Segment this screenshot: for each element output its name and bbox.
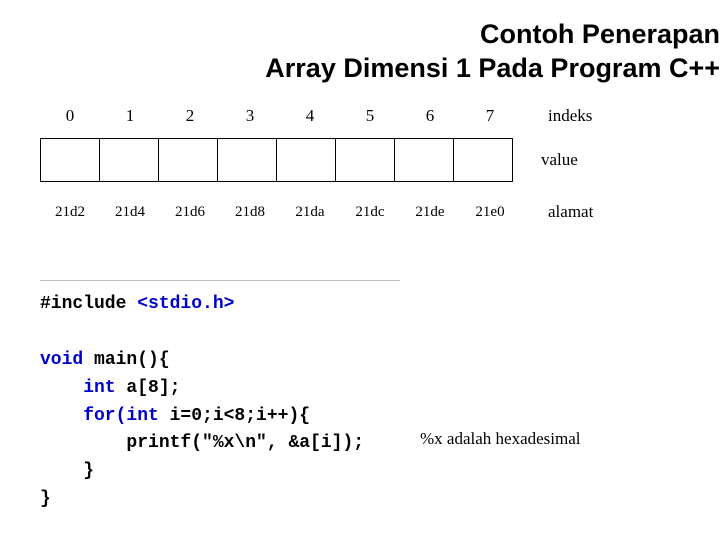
value-cell — [99, 138, 159, 182]
code-line-5b: i=0;i<8;i++){ — [170, 406, 310, 426]
title-line-2: Array Dimensi 1 Pada Program C++ — [265, 53, 720, 83]
address-cell: 21d8 — [220, 204, 280, 221]
slide: Contoh Penerapan Array Dimensi 1 Pada Pr… — [0, 0, 720, 540]
value-cell — [158, 138, 218, 182]
index-cell: 1 — [100, 106, 160, 126]
slide-title: Contoh Penerapan Array Dimensi 1 Pada Pr… — [200, 18, 720, 86]
index-cell: 0 — [40, 106, 100, 126]
address-cell: 21e0 — [460, 204, 520, 221]
value-cell — [40, 138, 100, 182]
code-line-3b: main(){ — [94, 350, 170, 370]
array-diagram: 0 1 2 3 4 5 6 7 indeks value — [40, 100, 680, 228]
value-cell — [217, 138, 277, 182]
index-cell: 6 — [400, 106, 460, 126]
index-cell: 4 — [280, 106, 340, 126]
address-cell: 21de — [400, 204, 460, 221]
index-cell: 3 — [220, 106, 280, 126]
index-cells: 0 1 2 3 4 5 6 7 — [40, 106, 520, 126]
code-line-5a: for(int — [40, 406, 170, 426]
index-cell: 2 — [160, 106, 220, 126]
value-row: value — [40, 138, 680, 182]
label-indeks: indeks — [548, 106, 592, 126]
address-cell: 21d2 — [40, 204, 100, 221]
title-line-1: Contoh Penerapan — [480, 19, 720, 49]
address-cell: 21da — [280, 204, 340, 221]
address-cell: 21d6 — [160, 204, 220, 221]
value-cell — [335, 138, 395, 182]
address-cells: 21d2 21d4 21d6 21d8 21da 21dc 21de 21e0 — [40, 204, 520, 221]
value-cell — [394, 138, 454, 182]
label-value: value — [541, 150, 578, 170]
value-cells — [40, 138, 513, 182]
index-cell: 7 — [460, 106, 520, 126]
hex-note: %x adalah hexadesimal — [420, 426, 581, 452]
value-cell — [276, 138, 336, 182]
address-cell: 21d4 — [100, 204, 160, 221]
code-line-4b: a[8]; — [126, 378, 180, 398]
code-line-8: } — [40, 489, 51, 509]
code-text: #include <stdio.h> void main(){ int a[8]… — [40, 291, 680, 514]
code-divider — [40, 280, 400, 281]
code-line-6: printf("%x\n", &a[i]); — [40, 433, 364, 453]
code-line-7: } — [40, 461, 94, 481]
label-alamat: alamat — [548, 202, 593, 222]
code-line-3a: void — [40, 350, 94, 370]
address-cell: 21dc — [340, 204, 400, 221]
value-cell — [453, 138, 513, 182]
index-row: 0 1 2 3 4 5 6 7 indeks — [40, 100, 680, 132]
index-cell: 5 — [340, 106, 400, 126]
address-row: 21d2 21d4 21d6 21d8 21da 21dc 21de 21e0 … — [40, 196, 680, 228]
code-line-1b: <stdio.h> — [137, 294, 234, 314]
code-block: #include <stdio.h> void main(){ int a[8]… — [40, 280, 680, 514]
code-line-4a: int — [40, 378, 126, 398]
code-line-1a: #include — [40, 294, 137, 314]
